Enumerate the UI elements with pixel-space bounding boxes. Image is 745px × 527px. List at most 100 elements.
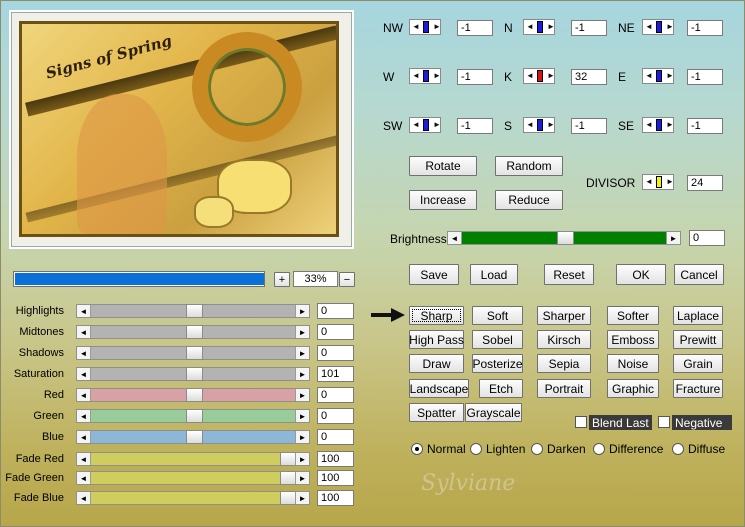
arrow-right-icon[interactable]: ►	[547, 120, 555, 129]
preset-kirsch-button[interactable]: Kirsch	[537, 330, 591, 349]
slider-midtones-slider-thumb[interactable]	[185, 325, 203, 339]
increase-button[interactable]: Increase	[409, 190, 477, 210]
arrow-right-icon[interactable]: ►	[295, 472, 309, 484]
arrow-right-icon[interactable]: ►	[666, 120, 674, 129]
matrix-knob-nw[interactable]	[423, 21, 429, 33]
slider-highlights-field[interactable]: 0	[317, 303, 354, 319]
slider-midtones-field[interactable]: 0	[317, 324, 354, 340]
matrix-spinner-se[interactable]: ◄ ►	[642, 117, 674, 133]
fade-fade-blue-field[interactable]: 100	[317, 490, 354, 506]
arrow-right-icon[interactable]: ►	[433, 22, 441, 31]
arrow-right-icon[interactable]: ►	[433, 120, 441, 129]
load-button[interactable]: Load	[470, 264, 518, 285]
matrix-field-ne[interactable]: -1	[687, 20, 723, 36]
mode-radio-normal[interactable]	[411, 443, 423, 455]
arrow-left-icon[interactable]: ◄	[412, 71, 420, 80]
slider-saturation-slider[interactable]: ◄ ►	[76, 367, 310, 381]
preset-graphic-button[interactable]: Graphic	[607, 379, 659, 398]
preset-soft-button[interactable]: Soft	[472, 306, 523, 325]
preset-posterize-button[interactable]: Posterize	[472, 354, 523, 373]
rotate-button[interactable]: Rotate	[409, 156, 477, 176]
arrow-left-icon[interactable]: ◄	[645, 120, 653, 129]
zoom-in-button[interactable]: +	[274, 272, 290, 287]
preset-landscape-button[interactable]: Landscape	[409, 379, 469, 398]
arrow-right-icon[interactable]: ►	[547, 22, 555, 31]
matrix-field-nw[interactable]: -1	[457, 20, 493, 36]
slider-green-field[interactable]: 0	[317, 408, 354, 424]
mode-radio-lighten[interactable]	[470, 443, 482, 455]
arrow-right-icon[interactable]: ►	[666, 22, 674, 31]
matrix-field-e[interactable]: -1	[687, 69, 723, 85]
matrix-knob-n[interactable]	[537, 21, 543, 33]
preset-softer-button[interactable]: Softer	[607, 306, 659, 325]
arrow-right-icon[interactable]: ►	[547, 71, 555, 80]
arrow-right-icon[interactable]: ►	[295, 389, 309, 401]
preset-grayscale-button[interactable]: Grayscale	[465, 403, 522, 422]
divisor-field[interactable]: 24	[687, 175, 723, 191]
matrix-knob-w[interactable]	[423, 70, 429, 82]
negative-checkbox[interactable]	[658, 416, 670, 428]
reduce-button[interactable]: Reduce	[495, 190, 563, 210]
preset-sepia-button[interactable]: Sepia	[537, 354, 591, 373]
arrow-right-icon[interactable]: ►	[666, 177, 674, 186]
fade-fade-green-field[interactable]: 100	[317, 470, 354, 486]
arrow-left-icon[interactable]: ◄	[77, 389, 91, 401]
preset-sharper-button[interactable]: Sharper	[537, 306, 591, 325]
matrix-knob-ne[interactable]	[656, 21, 662, 33]
arrow-left-icon[interactable]: ◄	[645, 177, 653, 186]
mode-radio-diffuse[interactable]	[672, 443, 684, 455]
slider-green-slider[interactable]: ◄ ►	[76, 409, 310, 423]
mode-radio-darken[interactable]	[531, 443, 543, 455]
arrow-left-icon[interactable]: ◄	[77, 326, 91, 338]
slider-red-slider-thumb[interactable]	[185, 388, 203, 402]
arrow-left-icon[interactable]: ◄	[77, 410, 91, 422]
matrix-spinner-w[interactable]: ◄ ►	[409, 68, 441, 84]
arrow-left-icon[interactable]: ◄	[448, 232, 462, 244]
preset-prewitt-button[interactable]: Prewitt	[673, 330, 723, 349]
arrow-right-icon[interactable]: ►	[295, 326, 309, 338]
preset-draw-button[interactable]: Draw	[409, 354, 464, 373]
preset-grain-button[interactable]: Grain	[673, 354, 723, 373]
preset-noise-button[interactable]: Noise	[607, 354, 659, 373]
slider-blue-field[interactable]: 0	[317, 429, 354, 445]
slider-shadows-slider[interactable]: ◄ ►	[76, 346, 310, 360]
arrow-left-icon[interactable]: ◄	[77, 368, 91, 380]
zoom-out-button[interactable]: −	[339, 272, 355, 287]
arrow-left-icon[interactable]: ◄	[412, 22, 420, 31]
matrix-field-s[interactable]: -1	[571, 118, 607, 134]
brightness-field[interactable]: 0	[689, 230, 725, 246]
fade-fade-red-slider[interactable]: ◄ ►	[76, 452, 310, 466]
arrow-left-icon[interactable]: ◄	[526, 120, 534, 129]
preset-fracture-button[interactable]: Fracture	[673, 379, 723, 398]
matrix-spinner-s[interactable]: ◄ ►	[523, 117, 555, 133]
matrix-spinner-k[interactable]: ◄ ►	[523, 68, 555, 84]
arrow-right-icon[interactable]: ►	[295, 492, 309, 504]
fade-fade-blue-slider[interactable]: ◄ ►	[76, 491, 310, 505]
slider-saturation-slider-thumb[interactable]	[185, 367, 203, 381]
arrow-left-icon[interactable]: ◄	[77, 472, 91, 484]
slider-highlights-slider[interactable]: ◄ ►	[76, 304, 310, 318]
fade-fade-red-field[interactable]: 100	[317, 451, 354, 467]
slider-red-field[interactable]: 0	[317, 387, 354, 403]
arrow-right-icon[interactable]: ►	[295, 305, 309, 317]
preset-high-pass-button[interactable]: High Pass	[409, 330, 464, 349]
arrow-right-icon[interactable]: ►	[295, 431, 309, 443]
matrix-field-sw[interactable]: -1	[457, 118, 493, 134]
matrix-knob-e[interactable]	[656, 70, 662, 82]
slider-green-slider-thumb[interactable]	[185, 409, 203, 423]
arrow-left-icon[interactable]: ◄	[526, 22, 534, 31]
arrow-right-icon[interactable]: ►	[295, 410, 309, 422]
slider-red-slider[interactable]: ◄ ►	[76, 388, 310, 402]
slider-shadows-slider-thumb[interactable]	[185, 346, 203, 360]
arrow-left-icon[interactable]: ◄	[412, 120, 420, 129]
arrow-right-icon[interactable]: ►	[666, 71, 674, 80]
arrow-left-icon[interactable]: ◄	[77, 431, 91, 443]
slider-blue-slider-thumb[interactable]	[185, 430, 203, 444]
divisor-knob[interactable]	[656, 176, 662, 188]
slider-midtones-slider[interactable]: ◄ ►	[76, 325, 310, 339]
matrix-spinner-ne[interactable]: ◄ ►	[642, 19, 674, 35]
preset-emboss-button[interactable]: Emboss	[607, 330, 659, 349]
slider-highlights-slider-thumb[interactable]	[185, 304, 203, 318]
cancel-button[interactable]: Cancel	[674, 264, 724, 285]
arrow-left-icon[interactable]: ◄	[526, 71, 534, 80]
